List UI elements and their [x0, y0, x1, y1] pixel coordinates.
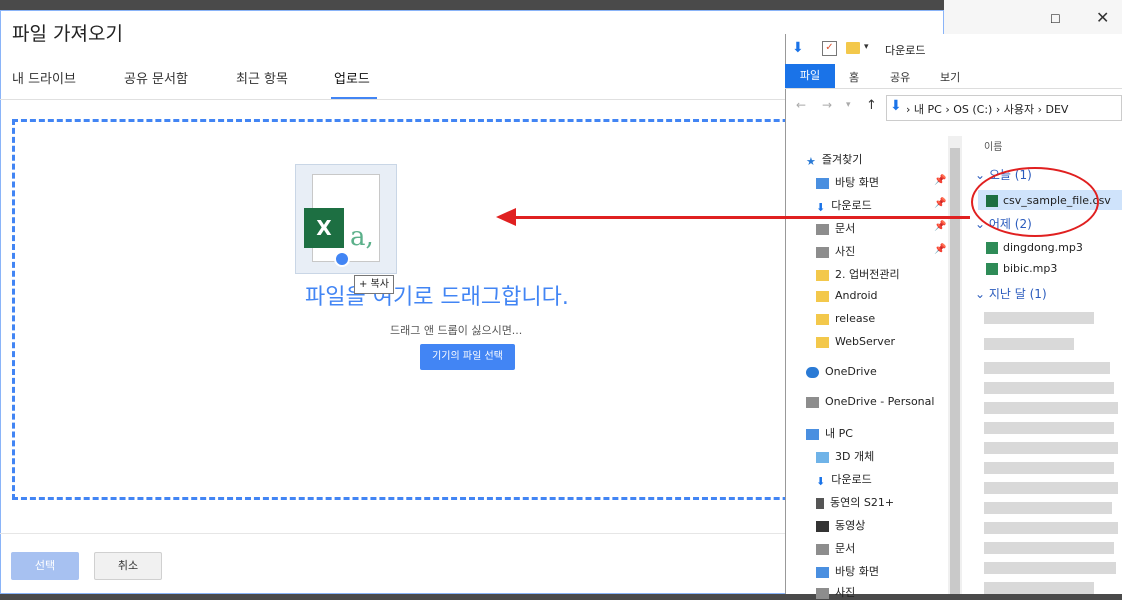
blurred-file-row: [984, 502, 1112, 514]
nav-item-favorites[interactable]: ★ 즐겨찾기: [806, 151, 862, 168]
desktop-icon: [816, 566, 829, 578]
nav-item-3d-objects[interactable]: 3D 개체: [816, 448, 874, 464]
blurred-file-row: [984, 522, 1118, 534]
alt-upload-hint: 드래그 앤 드롭이 싫으시면...: [390, 324, 523, 337]
cloud-icon: [806, 396, 819, 408]
nav-item-videos[interactable]: 동영상: [816, 517, 865, 533]
blurred-file-row: [984, 442, 1118, 454]
download-folder-icon: ⬇: [890, 98, 902, 114]
pin-icon: 📌: [934, 175, 947, 186]
blurred-file-row: [984, 362, 1110, 374]
nav-item-downloads[interactable]: ⬇ 다운로드: [816, 197, 872, 214]
ribbon-tab-share[interactable]: 공유: [890, 69, 910, 85]
blurred-file-row: [984, 482, 1118, 494]
download-icon: ⬇: [816, 200, 826, 214]
cancel-button[interactable]: 취소: [94, 552, 162, 580]
pin-icon: 📌: [934, 244, 947, 255]
nav-item-folder-version[interactable]: 2. 업버전관리: [816, 266, 900, 282]
cloud-icon: [806, 366, 819, 378]
forward-arrow-icon[interactable]: →: [822, 98, 832, 112]
file-row-dingdong[interactable]: dingdong.mp3: [986, 241, 1083, 254]
copy-badge: + 복사: [354, 275, 394, 294]
computer-icon: [806, 428, 819, 440]
tab-upload[interactable]: 업로드: [334, 68, 370, 87]
select-device-file-button[interactable]: 기기의 파일 선택: [420, 344, 515, 370]
tab-recent[interactable]: 최근 항목: [236, 68, 288, 87]
star-icon: ★: [806, 154, 816, 168]
drag-arrow-annotation: [514, 216, 970, 219]
ribbon-tab-file[interactable]: 파일: [785, 64, 835, 88]
nav-item-phone[interactable]: 동연의 S21+: [816, 494, 894, 510]
nav-item-onedrive-personal[interactable]: OneDrive - Personal: [806, 395, 934, 408]
new-folder-icon[interactable]: [846, 42, 860, 54]
excel-icon: X: [304, 208, 344, 248]
up-arrow-icon[interactable]: ↑: [866, 98, 877, 113]
explorer-title: 다운로드: [885, 44, 926, 57]
drag-cursor-icon: [334, 251, 350, 267]
document-icon: [816, 223, 829, 235]
folder-icon: [816, 290, 829, 302]
audio-file-icon: [986, 263, 998, 275]
address-path[interactable]: › 내 PC › OS (C:) › 사용자 › DEV: [906, 101, 1068, 117]
picture-icon: [816, 246, 829, 258]
nav-item-pc-pictures[interactable]: 사진: [816, 584, 855, 600]
close-icon[interactable]: ✕: [1096, 8, 1109, 27]
pin-icon: 📌: [934, 198, 947, 209]
tab-shared-with-me[interactable]: 공유 문서함: [124, 68, 188, 87]
blurred-file-row: [984, 402, 1118, 414]
video-icon: [816, 520, 829, 532]
blurred-file-row: [984, 562, 1116, 574]
quick-access-download-icon[interactable]: ⬇: [792, 40, 804, 56]
ribbon-tab-view[interactable]: 보기: [940, 69, 960, 85]
folder-icon: [816, 313, 829, 325]
nav-item-onedrive[interactable]: OneDrive: [806, 365, 877, 378]
properties-check-icon[interactable]: ✓: [822, 41, 837, 56]
document-icon: [816, 543, 829, 555]
nav-item-desktop[interactable]: 바탕 화면: [816, 174, 879, 190]
pin-icon: 📌: [934, 221, 947, 232]
nav-item-pc-downloads[interactable]: ⬇ 다운로드: [816, 471, 872, 488]
ribbon-divider: [785, 88, 1122, 89]
nav-item-this-pc[interactable]: 내 PC: [806, 425, 853, 441]
nav-item-webserver[interactable]: WebServer: [816, 335, 895, 348]
customize-toolbar-icon[interactable]: ▾: [864, 42, 869, 52]
nav-item-release[interactable]: release: [816, 312, 875, 325]
nav-item-pc-desktop[interactable]: 바탕 화면: [816, 563, 879, 579]
blurred-file-row: [984, 382, 1114, 394]
text-glyph-icon: a,: [350, 222, 374, 252]
highlight-circle-annotation: [971, 167, 1099, 237]
blurred-file-row: [984, 582, 1094, 594]
ribbon-tab-home[interactable]: 홈: [849, 69, 859, 85]
group-last-month[interactable]: ⌄ 지난 달 (1): [975, 285, 1047, 302]
nav-item-documents[interactable]: 문서: [816, 220, 855, 236]
desktop-icon: [816, 177, 829, 189]
dialog-title: 파일 가져오기: [12, 23, 123, 45]
audio-file-icon: [986, 242, 998, 254]
nav-item-pictures[interactable]: 사진: [816, 243, 855, 259]
recent-locations-icon[interactable]: ▾: [846, 100, 851, 110]
picture-icon: [816, 587, 829, 599]
file-row-bibic[interactable]: bibic.mp3: [986, 262, 1057, 275]
cube-icon: [816, 451, 829, 463]
nav-item-pc-documents[interactable]: 문서: [816, 540, 855, 556]
blurred-file-row: [984, 462, 1114, 474]
select-button[interactable]: 선택: [11, 552, 79, 580]
folder-icon: [816, 269, 829, 281]
blurred-file-row: [984, 422, 1114, 434]
blurred-file-row: [984, 312, 1094, 324]
phone-icon: [816, 497, 824, 509]
chevron-down-icon: ⌄: [975, 287, 989, 301]
arrow-head-icon: [496, 208, 516, 226]
scrollbar-thumb[interactable]: [950, 148, 960, 594]
nav-item-android[interactable]: Android: [816, 289, 878, 302]
folder-icon: [816, 336, 829, 348]
blurred-file-row: [984, 338, 1074, 350]
drop-message: 파일을 여기로 드래그합니다.: [305, 285, 569, 310]
blurred-file-row: [984, 542, 1114, 554]
column-header-name[interactable]: 이름: [984, 138, 1002, 153]
maximize-icon[interactable]: ☐: [1050, 12, 1061, 26]
tab-my-drive[interactable]: 내 드라이브: [12, 68, 76, 87]
back-arrow-icon[interactable]: ←: [796, 98, 806, 112]
download-icon: ⬇: [816, 474, 826, 488]
